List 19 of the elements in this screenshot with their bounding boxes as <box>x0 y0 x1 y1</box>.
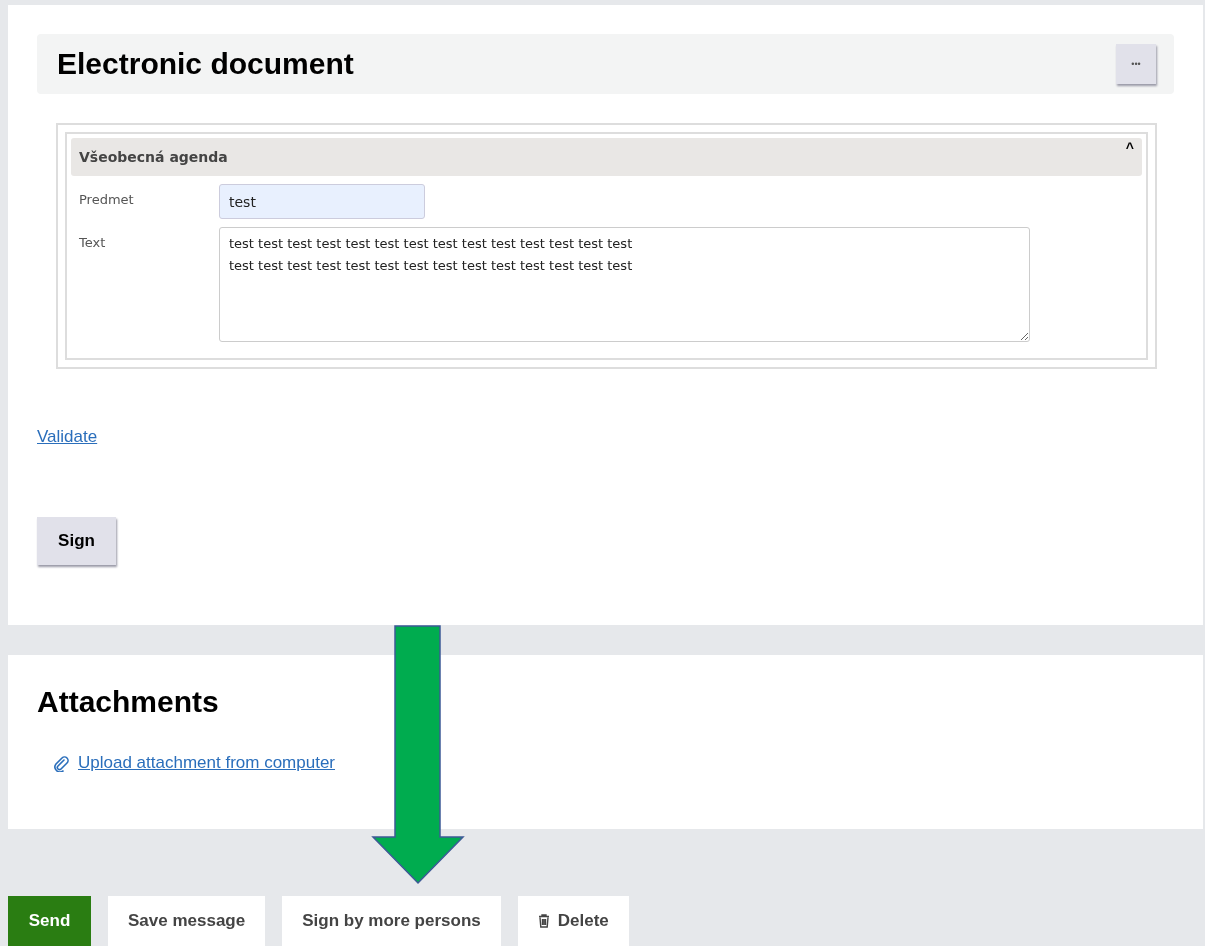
section-header[interactable]: Všeobecná agenda ^ <box>71 138 1142 176</box>
action-button[interactable]: Save message <box>108 896 266 946</box>
delete-button[interactable]: Delete <box>517 896 629 946</box>
field-label: Predmet <box>78 191 135 209</box>
collapse-toggle[interactable]: ^ <box>1125 140 1134 156</box>
more-button[interactable]: ••• <box>1116 44 1156 84</box>
section-title: Attachments <box>37 685 220 719</box>
trash-icon <box>537 914 550 928</box>
upload-link[interactable]: Upload attachment from computer <box>78 753 335 773</box>
validate-link[interactable]: Validate <box>37 427 98 446</box>
send-button[interactable]: Send <box>8 896 91 946</box>
action-button[interactable]: Sign by more persons <box>282 896 501 946</box>
paperclip-icon <box>52 754 70 772</box>
field-label: Text <box>78 234 107 252</box>
sign-button[interactable]: Sign <box>37 517 116 565</box>
section-title: Všeobecná agenda <box>79 149 228 165</box>
page-title: Electronic document <box>57 47 354 81</box>
text-area[interactable]: test test test test test test test test test test test test test test test test test test test test test test test test test test test test <box>219 227 1030 342</box>
subject-input[interactable]: test <box>219 184 425 219</box>
